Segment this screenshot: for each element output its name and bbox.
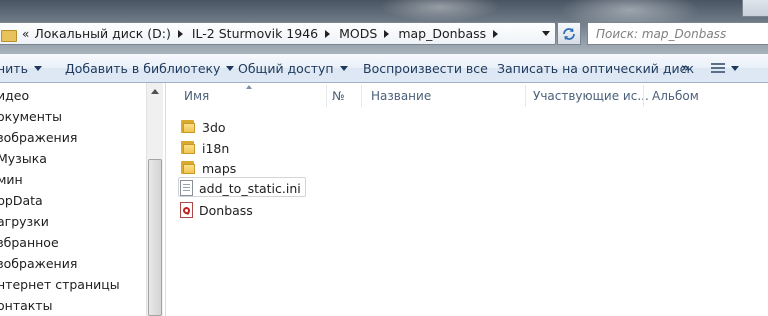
scroll-up-button[interactable]: [147, 83, 163, 99]
refresh-button[interactable]: [557, 22, 581, 45]
nav-item-admin[interactable]: мин: [0, 169, 23, 189]
breadcrumb-item[interactable]: MODS: [339, 26, 377, 41]
view-options-button[interactable]: [711, 54, 739, 82]
sort-ascending-icon: [246, 85, 252, 89]
nav-item-internet-pages[interactable]: нтернет страницы: [0, 274, 120, 294]
breadcrumb-item[interactable]: IL-2 Sturmovik 1946: [192, 26, 318, 41]
nav-item-appdata[interactable]: ppData: [0, 190, 43, 210]
refresh-icon: [563, 27, 575, 40]
column-divider[interactable]: [525, 85, 526, 107]
chevron-down-icon: [731, 65, 739, 71]
search-input[interactable]: [594, 25, 768, 42]
nav-item-pictures-2[interactable]: зображения: [0, 253, 77, 273]
nav-item-contacts[interactable]: онтакты: [0, 295, 52, 315]
breadcrumb-arrow-icon[interactable]: [493, 29, 499, 38]
chevron-down-icon: [226, 65, 235, 71]
chevron-down-icon: [339, 65, 348, 71]
file-row[interactable]: i18n: [180, 138, 229, 158]
file-name: i18n: [202, 140, 230, 156]
file-row[interactable]: add_to_static.ini: [180, 178, 301, 198]
file-row[interactable]: maps: [180, 158, 236, 178]
nav-item-videos[interactable]: идео: [0, 85, 29, 105]
column-header-album[interactable]: Альбом: [652, 83, 699, 109]
column-divider[interactable]: [326, 85, 327, 107]
folder-icon: [180, 141, 196, 155]
file-name: maps: [202, 160, 237, 176]
chevron-down-icon: [33, 65, 42, 71]
more-commands-button[interactable]: »: [681, 54, 689, 82]
share-button[interactable]: Общий доступ: [238, 54, 348, 82]
column-header-name[interactable]: Имя: [184, 83, 209, 109]
address-bar-area: « Локальный диск (D:) IL-2 Sturmovik 194…: [0, 0, 768, 54]
folder-icon: [180, 161, 196, 175]
burn-button[interactable]: Записать на оптический диск: [497, 54, 694, 82]
navigation-pane: идео окументы зображения Музыка мин ppDa…: [0, 83, 166, 316]
file-row[interactable]: 3do: [180, 117, 226, 137]
command-bar: нить Добавить в библиотеку Общий доступ …: [0, 54, 768, 83]
share-label: Общий доступ: [238, 60, 334, 76]
more-chevron-icon: »: [681, 60, 689, 76]
nav-item-documents[interactable]: окументы: [0, 106, 62, 126]
pdf-icon: [180, 202, 193, 218]
organize-label: нить: [0, 60, 28, 76]
folder-icon: [1, 28, 17, 42]
breadcrumb-overflow-button[interactable]: «: [22, 27, 29, 41]
address-history-dropdown[interactable]: [536, 23, 555, 44]
breadcrumb-item[interactable]: Локальный диск (D:): [34, 26, 171, 41]
column-divider[interactable]: [361, 85, 362, 107]
nav-item-downloads[interactable]: агрузки: [0, 211, 49, 231]
nav-scrollbar[interactable]: [146, 83, 163, 316]
column-divider[interactable]: [643, 85, 644, 107]
file-name: Donbass: [199, 202, 253, 218]
file-list-pane: Имя № Название Участвующие ис... Альбом …: [166, 83, 768, 316]
file-name: 3do: [202, 119, 226, 135]
nav-item-music[interactable]: Музыка: [0, 148, 47, 168]
file-name: add_to_static.ini: [199, 180, 301, 196]
organize-button[interactable]: нить: [0, 54, 42, 82]
breadcrumb-arrow-icon[interactable]: [177, 29, 183, 38]
text-file-icon: [180, 180, 193, 196]
column-header-title[interactable]: Название: [371, 83, 431, 109]
view-list-icon: [711, 62, 725, 74]
chevron-down-icon: [542, 31, 550, 36]
file-row[interactable]: Donbass: [180, 200, 253, 220]
breadcrumb-arrow-icon[interactable]: [325, 29, 331, 38]
add-to-library-label: Добавить в библиотеку: [65, 60, 221, 76]
play-all-button[interactable]: Воспроизвести все: [363, 54, 488, 82]
add-to-library-button[interactable]: Добавить в библиотеку: [65, 54, 235, 82]
nav-item-favorites[interactable]: збранное: [0, 232, 59, 252]
column-header-artists[interactable]: Участвующие ис...: [533, 83, 649, 109]
folder-icon: [180, 120, 196, 134]
play-all-label: Воспроизвести все: [363, 60, 488, 76]
scroll-thumb[interactable]: [148, 159, 162, 316]
column-header-number[interactable]: №: [332, 83, 344, 109]
search-box[interactable]: [587, 22, 768, 45]
breadcrumb-item[interactable]: map_Donbass: [398, 26, 486, 41]
chevron-up-icon: [151, 88, 159, 94]
breadcrumb-arrow-icon[interactable]: [384, 29, 390, 38]
window-button[interactable]: [742, 0, 768, 17]
nav-item-pictures[interactable]: зображения: [0, 127, 77, 147]
burn-label: Записать на оптический диск: [497, 60, 695, 76]
address-bar[interactable]: « Локальный диск (D:) IL-2 Sturmovik 194…: [0, 22, 556, 45]
